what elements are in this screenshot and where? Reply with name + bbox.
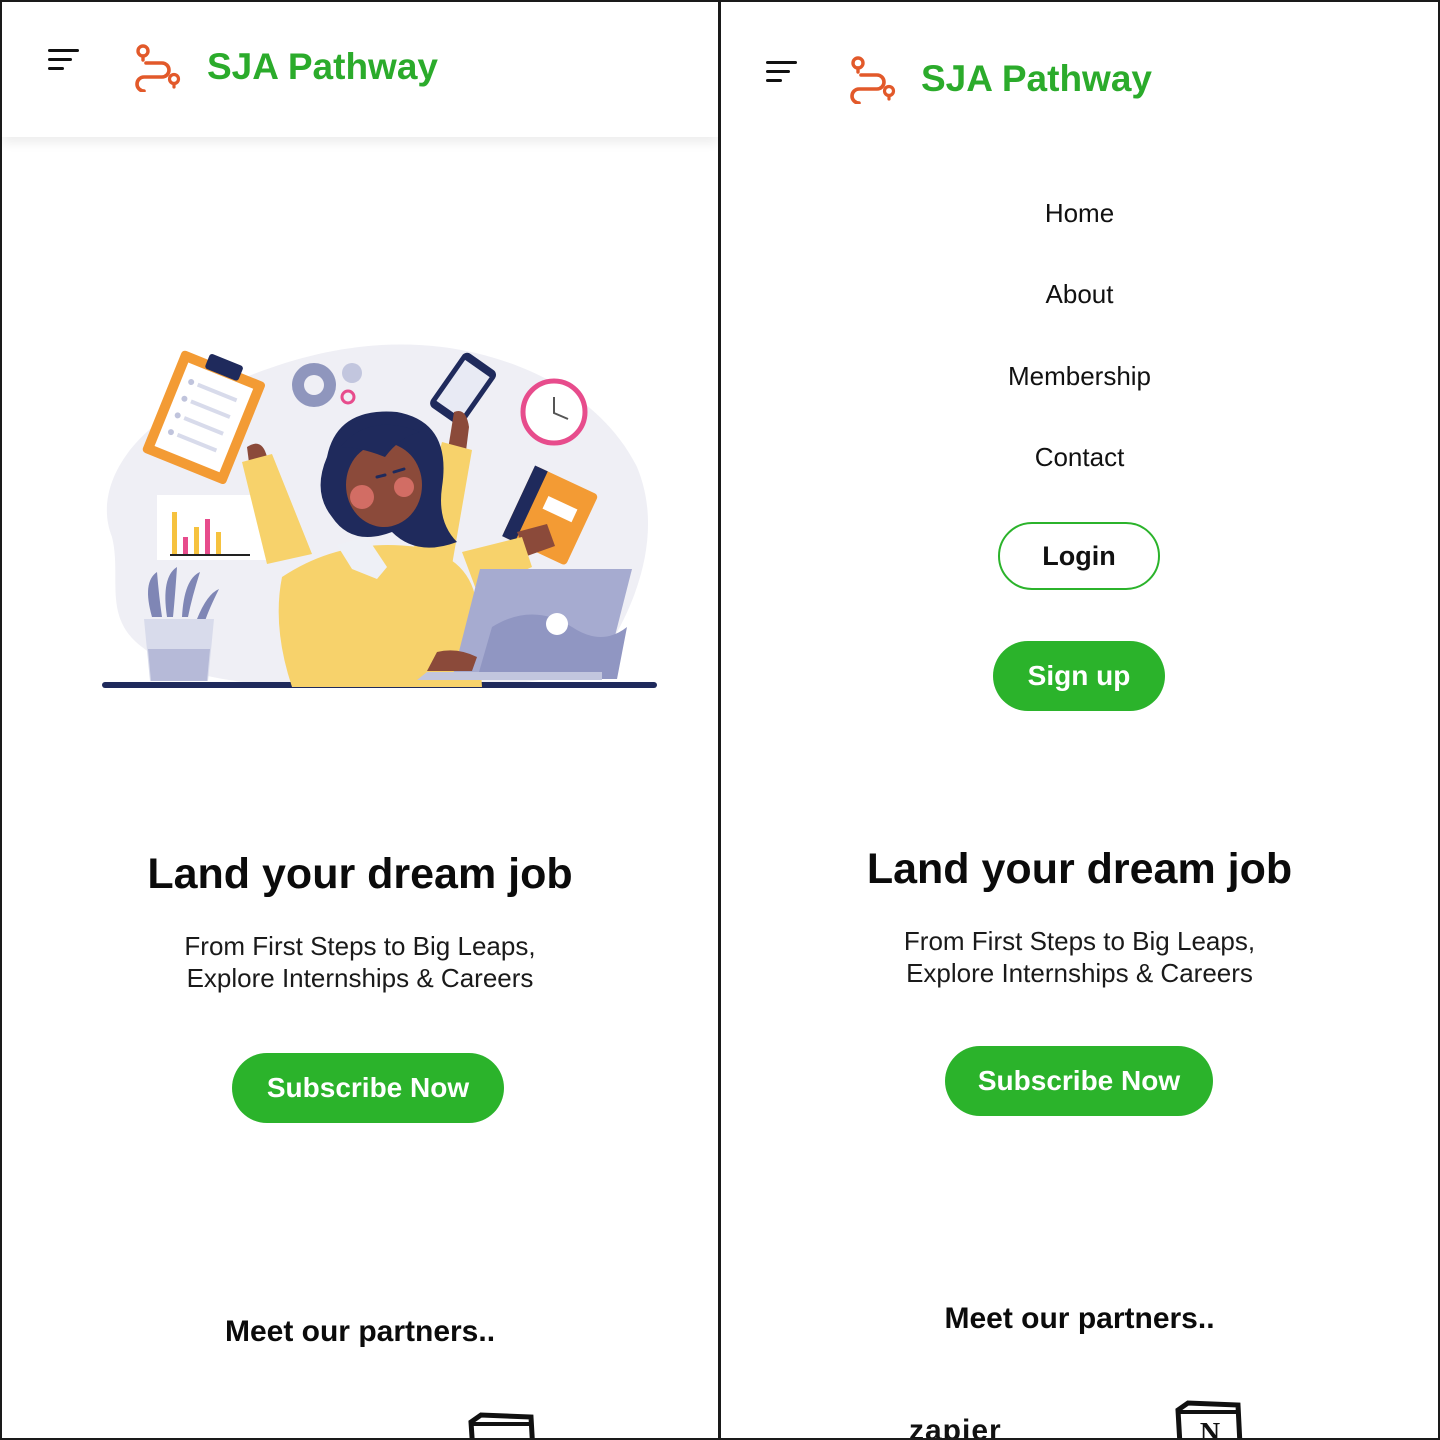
mobile-view-menu-open: SJA Pathway Home About Membership Contac…	[721, 2, 1438, 1438]
notion-logo	[467, 1412, 537, 1438]
hero-subheading: From First Steps to Big Leaps, Explore I…	[2, 930, 718, 994]
nav-item-contact[interactable]: Contact	[721, 442, 1438, 473]
menu-icon[interactable]	[48, 46, 82, 74]
route-pin-icon	[135, 44, 181, 92]
hero-headline: Land your dream job	[866, 845, 1293, 893]
hero-headline: Land your dream job	[147, 850, 573, 898]
partners-heading: Meet our partners..	[224, 1315, 496, 1348]
login-button[interactable]: Login	[998, 522, 1160, 590]
subscribe-now-button[interactable]: Subscribe Now	[232, 1053, 504, 1123]
sign-up-button[interactable]: Sign up	[993, 641, 1165, 711]
zapier-logo: zapier	[909, 1414, 1002, 1438]
partners-heading: Meet our partners..	[944, 1302, 1215, 1335]
notion-letter: N	[1200, 1418, 1220, 1438]
site-header: SJA Pathway	[721, 2, 1438, 137]
hero-subline-1: From First Steps to Big Leaps,	[903, 926, 1256, 956]
nav-item-about[interactable]: About	[721, 279, 1438, 310]
hero-subline-2: Explore Internships & Careers	[906, 958, 1253, 988]
brand-name[interactable]: SJA Pathway	[207, 46, 438, 88]
hero-subheading: From First Steps to Big Leaps, Explore I…	[721, 925, 1438, 989]
mobile-view-menu-closed: SJA Pathway Land your dream job From Fir…	[2, 2, 718, 1438]
hero-subline-2: Explore Internships & Careers	[186, 963, 534, 993]
hero-subline-1: From First Steps to Big Leaps,	[184, 931, 536, 961]
route-pin-icon	[850, 56, 896, 104]
nav-item-home[interactable]: Home	[721, 198, 1438, 229]
brand-name[interactable]: SJA Pathway	[921, 58, 1152, 100]
subscribe-now-button[interactable]: Subscribe Now	[945, 1046, 1213, 1116]
hero-illustration	[102, 344, 657, 688]
menu-icon[interactable]	[766, 58, 800, 86]
notion-logo: N	[1174, 1400, 1244, 1438]
nav-item-membership[interactable]: Membership	[721, 361, 1438, 392]
site-header: SJA Pathway	[2, 2, 718, 137]
